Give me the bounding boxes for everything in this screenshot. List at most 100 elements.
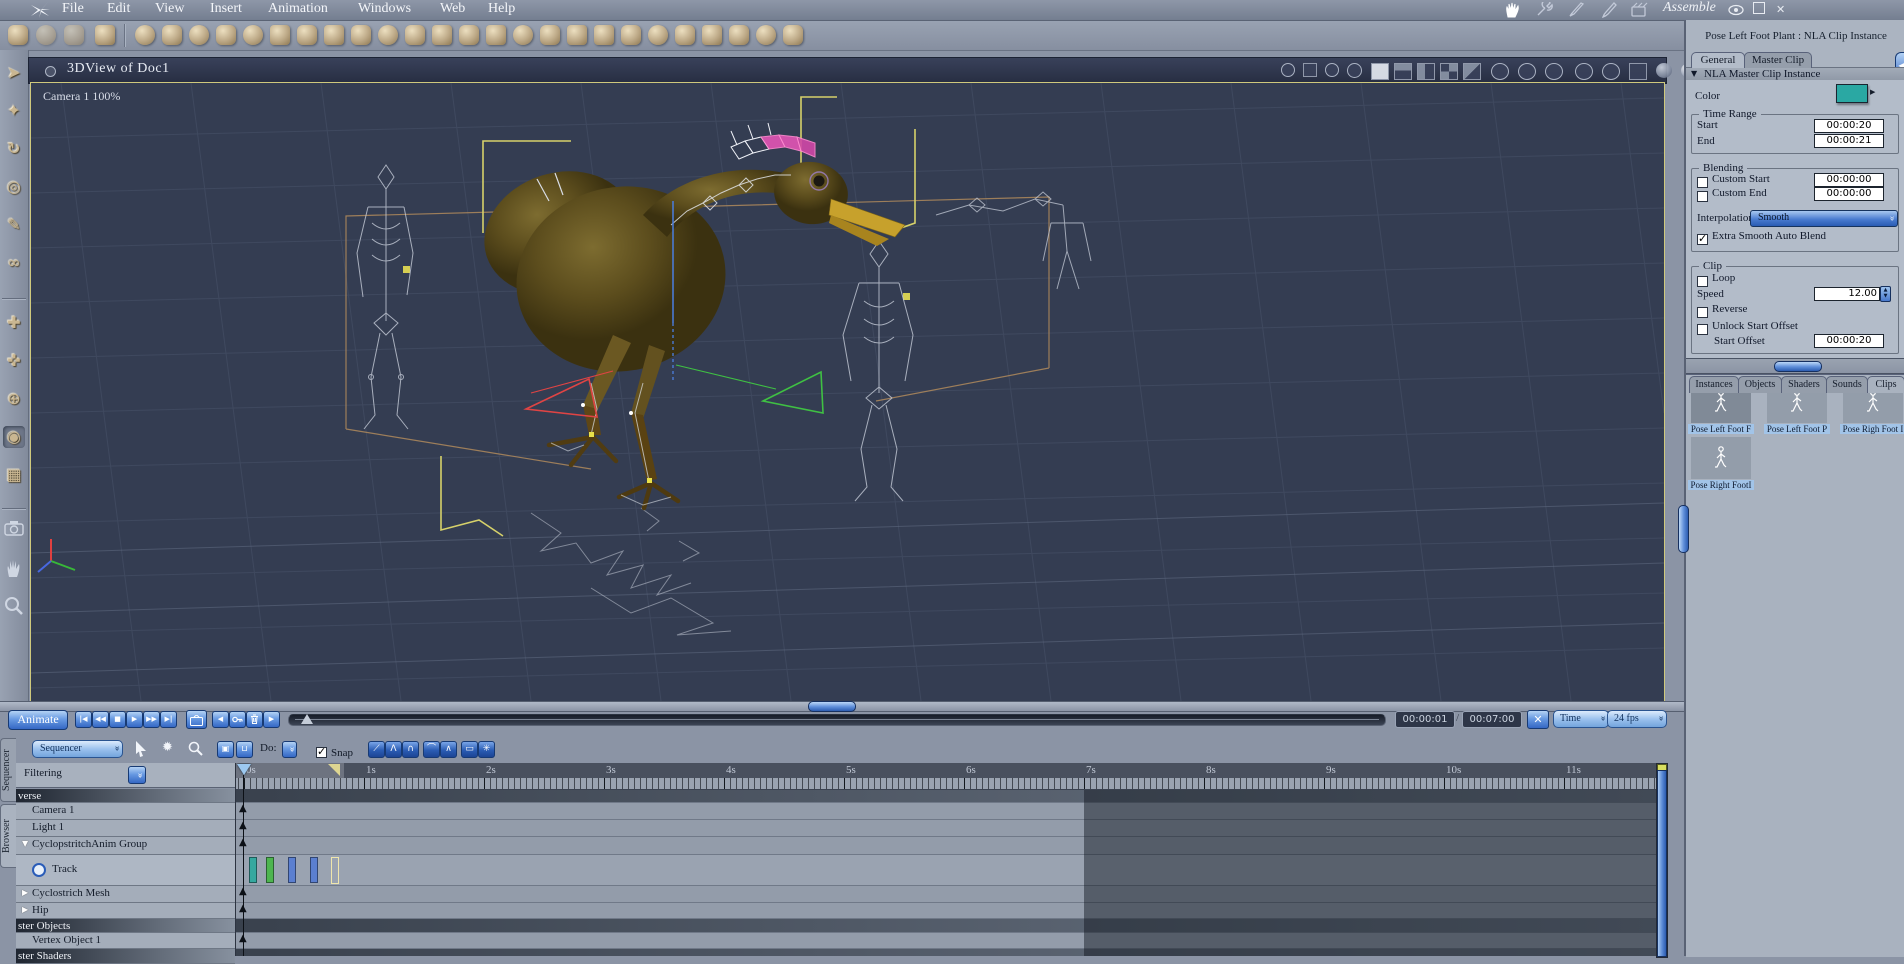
rotate-tool-icon[interactable]: ↻ [3,138,25,160]
torus-tool-icon[interactable] [243,25,263,45]
menu-file[interactable]: File [62,1,84,17]
link-tool-icon[interactable]: ∞ [3,252,25,274]
track-row-header[interactable]: verse [16,789,235,803]
track-row-collapsed[interactable]: ▶ Cyclostrich Mesh [16,886,235,903]
selected-bones[interactable] [730,122,816,160]
menu-animation[interactable]: Animation [268,1,328,17]
animate-button[interactable]: Animate [8,710,68,730]
tab-clips[interactable]: Clips [1867,376,1904,393]
do-dropdown-button[interactable]: » [282,741,297,758]
close-icon[interactable]: ✕ [1776,3,1785,16]
sphere-tool-icon[interactable] [135,25,155,45]
house-tool-icon[interactable] [594,25,614,45]
preview-button[interactable] [186,710,207,729]
nla-clip-selected[interactable] [331,857,339,884]
glass-tool-icon[interactable] [162,25,182,45]
playhead-marker[interactable] [237,764,251,775]
timeline[interactable]: ▲ ▲ ▲ ▲ ▲ ▲ 0s 1s 2s 3s 4s 5s 6s [235,763,1656,956]
rain-tool-icon[interactable] [729,25,749,45]
collapsed-icon[interactable]: ▶ [22,905,28,914]
brush-mode-icon[interactable] [1600,2,1618,18]
speed-field[interactable]: 12.00 [1814,287,1880,301]
world-move-tool-icon[interactable]: ◉ [3,426,25,448]
terrain-tool-icon[interactable] [486,25,506,45]
cloud-flat-tool-icon[interactable] [378,25,398,45]
burst-tool-icon[interactable] [567,25,587,45]
timeline-slider-thumb[interactable] [301,714,313,724]
interpolation-dropdown[interactable]: Smooth » [1750,210,1898,227]
playhead[interactable] [243,775,244,956]
cursor-tool-icon[interactable] [134,741,148,757]
tab-instances[interactable]: Instances [1689,376,1739,393]
play-button[interactable]: ▶ [126,711,143,728]
track-row-header[interactable]: ster Shaders [16,949,235,964]
camera-cycle-icon[interactable] [1325,63,1339,77]
curve-burst-button[interactable]: ✳ [478,741,495,758]
move-plane-tool-icon[interactable]: ⊕ [3,388,25,410]
ruler-ticks[interactable] [236,778,1656,790]
rewind-button[interactable]: ◀◀ [92,711,109,728]
tab-browser[interactable]: Browser [0,804,16,868]
nla-clip-blue[interactable] [288,857,296,883]
ocean-tool-icon[interactable] [621,25,641,45]
spray-tool-icon[interactable] [459,25,479,45]
menu-view[interactable]: View [155,1,184,17]
start-offset-field[interactable]: 00:00:20 [1814,334,1884,348]
end-field[interactable]: 00:00:21 [1814,134,1884,148]
hierarchy-view-icon[interactable] [1303,63,1317,77]
curve-window-button[interactable]: ▭ [461,741,478,758]
track-row-group[interactable]: ▼ CyclopstritchAnim Group [16,837,235,855]
move-tool-icon[interactable]: ✚ [3,312,25,334]
joint-tool-icon[interactable] [216,25,236,45]
axis-mode-icon[interactable] [1602,63,1620,80]
pen-mode-icon[interactable] [1568,2,1586,18]
viewport-collapse-icon[interactable] [45,66,56,77]
wire-shield-top-icon[interactable] [1518,63,1536,80]
normals-view-icon[interactable] [1575,63,1593,80]
move-screen-tool-icon[interactable]: ✜ [3,350,25,372]
movie-camera-tool-icon[interactable] [702,25,722,45]
3d-scene[interactable] [30,82,1665,702]
particle-tool-icon[interactable] [432,25,452,45]
tab-sequencer[interactable]: Sequencer [0,738,16,802]
eye-icon[interactable] [32,863,46,877]
track-row-collapsed[interactable]: ▶ Hip [16,903,235,919]
layout-quad-icon[interactable] [1440,63,1458,80]
scale-tool-icon[interactable]: ✦ [3,100,25,122]
globe-tool-icon[interactable] [189,25,209,45]
set-key-button[interactable] [229,711,246,728]
panel-splitter[interactable] [1686,358,1904,374]
tab-objects[interactable]: Objects [1738,376,1782,393]
bounds-tool-icon[interactable]: ▦ [3,464,25,486]
layout-3-icon[interactable] [1463,63,1481,80]
color-swatch[interactable] [1836,84,1868,103]
time-ruler[interactable]: 0s 1s 2s 3s 4s 5s 6s 7s 8s 9s 10s 11s [236,763,1656,778]
zoom-tool-icon[interactable] [4,596,24,616]
menu-windows[interactable]: Windows [358,1,411,17]
extra-smooth-checkbox[interactable]: ✓ [1697,230,1708,248]
spotlight-tool-icon[interactable] [675,25,695,45]
stop-button[interactable]: ■ [109,711,126,728]
gear-tool-icon[interactable]: ✹ [162,740,173,755]
target-tool-icon[interactable] [756,25,776,45]
menu-web[interactable]: Web [440,1,465,17]
text-tool-icon[interactable] [270,25,290,45]
curve-linear-button[interactable]: Λ [385,741,402,758]
layout-2v-icon[interactable] [1417,63,1435,80]
orbit-tool-icon[interactable]: ◎ [3,176,25,198]
ik-tool-icon[interactable] [8,25,28,45]
curve-smooth-button[interactable]: ∩ [402,741,419,758]
magnify-tool-icon[interactable] [188,741,203,756]
menu-edit[interactable]: Edit [107,1,130,17]
curve-linear-key-button[interactable]: ∧ [440,741,457,758]
custom-end-checkbox[interactable] [1697,187,1708,205]
menu-help[interactable]: Help [488,1,515,17]
splitter-handle[interactable] [1774,361,1822,372]
pan-tool-icon[interactable] [36,25,56,45]
go-end-button[interactable]: ▶| [160,711,177,728]
camera-tool-icon[interactable] [4,520,24,536]
maximize-icon[interactable] [1753,2,1765,14]
tab-master-clip[interactable]: Master Clip [1744,52,1812,68]
fountain-tool-icon[interactable] [324,25,344,45]
curve-ease-button[interactable]: ⟋ [368,741,385,758]
